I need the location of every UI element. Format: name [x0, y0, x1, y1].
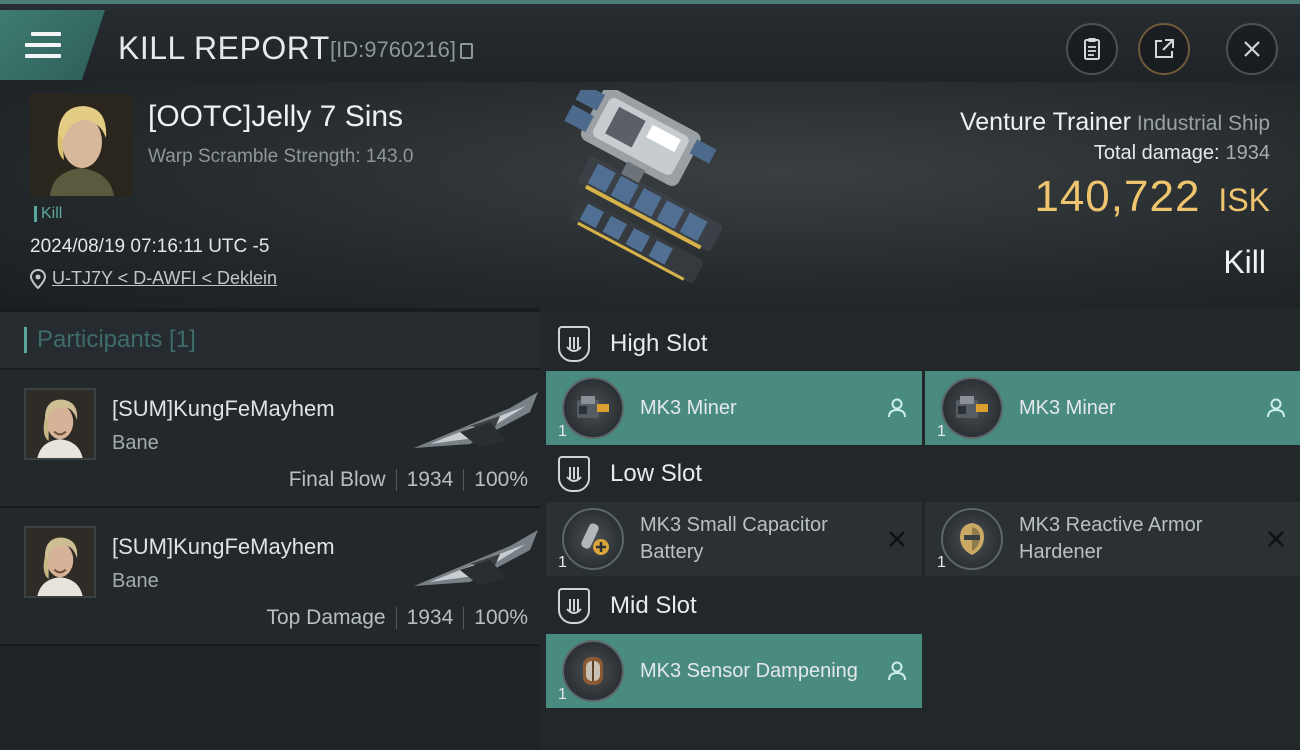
sensor-dampener-icon — [562, 640, 624, 702]
isk-value-row: 140,722 ISK — [1034, 172, 1270, 222]
low-slot-header: Low Slot — [558, 456, 702, 492]
module-high-1[interactable]: 1 MK3 Miner — [546, 371, 922, 445]
attacker-ship: Bane — [112, 432, 159, 454]
total-damage-value: 1934 — [1225, 142, 1271, 164]
mid-slot-header: Mid Slot — [558, 588, 697, 624]
isk-value: 140,722 — [1034, 172, 1201, 221]
module-name: MK3 Miner — [640, 396, 737, 419]
fitting-panel: High Slot 1 MK3 Miner 1 MK3 Miner Low Sl… — [540, 308, 1300, 750]
menu-icon — [25, 32, 61, 60]
module-name: MK3 Miner — [1019, 396, 1116, 419]
header: KILL REPORT [ID:9760216] — [0, 0, 1300, 82]
location-pin-icon — [30, 268, 46, 289]
attacker-ship-image[interactable] — [410, 386, 540, 458]
participant-row[interactable]: [SUM]KungFeMayhem Bane Final Blow 1934 1… — [0, 370, 540, 508]
share-button[interactable] — [1138, 23, 1190, 75]
module-name: MK3 Small Capacitor Battery — [640, 514, 828, 563]
pilot-icon — [1267, 398, 1285, 418]
high-slot-label: High Slot — [610, 330, 708, 357]
shield-icon — [558, 456, 590, 492]
report-id: [ID:9760216] — [330, 37, 473, 63]
module-quantity: 1 — [937, 423, 946, 440]
destroyed-x-icon — [1268, 531, 1284, 547]
shield-icon — [558, 588, 590, 624]
miner-icon — [941, 377, 1003, 439]
participants-header: Participants [1] — [0, 312, 540, 370]
close-icon — [1244, 41, 1260, 57]
module-quantity: 1 — [558, 686, 567, 703]
page-title: KILL REPORT — [118, 30, 330, 66]
share-icon — [1155, 39, 1174, 58]
module-low-1[interactable]: 1 MK3 Small Capacitor Battery — [546, 502, 922, 576]
kill-tag: Kill — [34, 206, 62, 222]
warp-scramble-strength: Warp Scramble Strength: 143.0 — [148, 146, 414, 167]
divider — [463, 607, 465, 629]
module-quantity: 1 — [558, 423, 567, 440]
armor-hardener-icon — [941, 508, 1003, 570]
report-id-text: [ID:9760216] — [330, 37, 456, 62]
module-name: MK3 Sensor Dampening — [640, 659, 858, 682]
low-slot-label: Low Slot — [610, 460, 703, 487]
victim-banner: [OOTC]Jelly 7 Sins Warp Scramble Strengt… — [0, 82, 1300, 308]
attacker-name[interactable]: [SUM]KungFeMayhem — [112, 396, 335, 422]
divider — [463, 469, 465, 491]
victim-ship-name: Venture Trainer Industrial Ship — [960, 108, 1270, 137]
divider — [395, 607, 397, 629]
close-button[interactable] — [1226, 23, 1278, 75]
victim-ship-image[interactable] — [520, 90, 790, 300]
pilot-icon — [888, 398, 906, 418]
attacker-name[interactable]: [SUM]KungFeMayhem — [112, 534, 335, 560]
attacker-ship-image[interactable] — [410, 524, 540, 596]
victim-portrait[interactable] — [30, 94, 132, 196]
attacker-role: Top Damage — [266, 606, 386, 629]
attacker-damage: 1934 — [406, 468, 454, 491]
result-label: Kill — [1223, 244, 1266, 280]
high-slot-header: High Slot — [558, 326, 707, 362]
participants-heading: Participants [1] — [37, 326, 196, 353]
total-damage-label: Total damage: — [1093, 142, 1220, 164]
ship-class: Industrial Ship — [1136, 112, 1270, 135]
kill-timestamp: 2024/08/19 07:16:11 UTC -5 — [30, 236, 270, 257]
menu-button[interactable] — [0, 10, 105, 80]
module-mid-1[interactable]: 1 MK3 Sensor Dampening — [546, 634, 922, 708]
participant-row[interactable]: [SUM]KungFeMayhem Bane Top Damage 1934 1… — [0, 508, 540, 646]
attacker-damage: 1934 — [406, 606, 454, 629]
attacker-percent: 100% — [474, 468, 528, 491]
clipboard-icon — [1084, 38, 1100, 60]
location-text[interactable]: U-TJ7Y < D-AWFI < Deklein — [52, 268, 277, 289]
pilot-icon — [888, 661, 906, 681]
attacker-stats: Final Blow 1934 100% — [289, 468, 528, 492]
participants-panel: Participants [1] [SUM]KungFeMayhem Bane … — [0, 308, 540, 750]
module-high-2[interactable]: 1 MK3 Miner — [925, 371, 1300, 445]
clipboard-button[interactable] — [1066, 23, 1118, 75]
isk-unit: ISK — [1218, 182, 1270, 218]
attacker-ship: Bane — [112, 570, 159, 592]
divider — [395, 469, 397, 491]
module-name: MK3 Reactive Armor Hardener — [1019, 514, 1203, 563]
shield-icon — [558, 326, 590, 362]
mid-slot-label: Mid Slot — [610, 592, 697, 619]
module-quantity: 1 — [937, 554, 946, 571]
attacker-role: Final Blow — [288, 468, 386, 491]
attacker-portrait[interactable] — [24, 388, 96, 460]
attacker-percent: 100% — [474, 606, 528, 629]
ship-name[interactable]: Venture Trainer — [960, 108, 1131, 136]
attacker-portrait[interactable] — [24, 526, 96, 598]
module-low-2[interactable]: 1 MK3 Reactive Armor Hardener — [925, 502, 1300, 576]
copy-icon[interactable] — [459, 43, 473, 60]
module-quantity: 1 — [558, 554, 567, 571]
destroyed-x-icon — [889, 531, 905, 547]
attacker-stats: Top Damage 1934 100% — [266, 606, 528, 630]
header-accent-bar — [24, 327, 27, 353]
miner-icon — [562, 377, 624, 439]
total-damage: Total damage: 1934 — [1094, 142, 1270, 165]
kill-location[interactable]: U-TJ7Y < D-AWFI < Deklein — [30, 268, 277, 289]
victim-name[interactable]: [OOTC]Jelly 7 Sins — [148, 100, 403, 134]
capacitor-battery-icon — [562, 508, 624, 570]
